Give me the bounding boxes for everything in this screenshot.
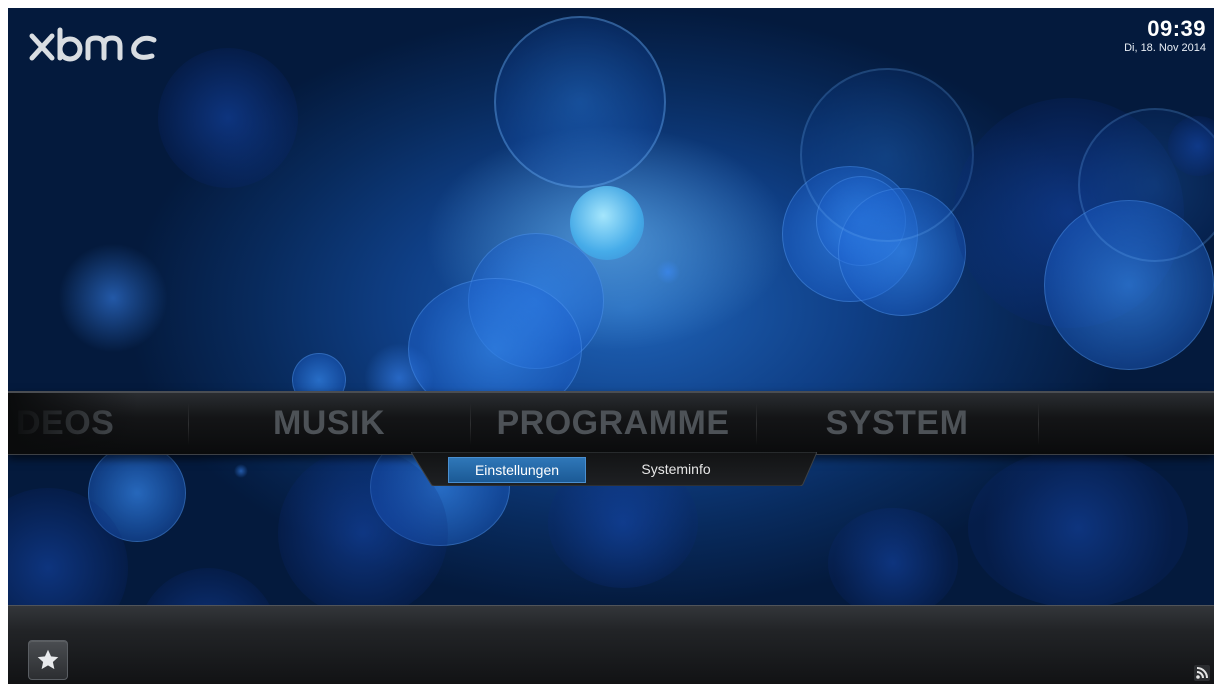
- menu-item-videos[interactable]: DEOS: [8, 393, 188, 454]
- clock-widget: 09:39 Di, 18. Nov 2014: [1124, 16, 1206, 55]
- clock-date: Di, 18. Nov 2014: [1124, 42, 1206, 54]
- menu-item-musik[interactable]: MUSIK: [188, 393, 470, 454]
- star-icon: [37, 649, 59, 670]
- submenu-item-label: Systeminfo: [641, 461, 711, 477]
- main-menu-bar: DEOS MUSIK PROGRAMME SYSTEM: [8, 391, 1214, 455]
- menu-item-label: MUSIK: [272, 404, 386, 442]
- submenu: Einstellungen Systeminfo: [411, 452, 817, 486]
- menu-separator: [1038, 403, 1039, 445]
- xbmc-logo: [29, 27, 157, 62]
- menu-item-label: SYSTEM: [825, 404, 969, 442]
- menu-item-programme[interactable]: PROGRAMME: [470, 393, 756, 454]
- rss-icon[interactable]: [1194, 665, 1210, 681]
- submenu-item-systeminfo[interactable]: Systeminfo: [601, 457, 751, 481]
- bottom-bar: [8, 605, 1214, 684]
- menu-item-label: PROGRAMME: [496, 404, 730, 442]
- menu-item-label: DEOS: [16, 404, 115, 442]
- submenu-item-einstellungen[interactable]: Einstellungen: [448, 457, 586, 483]
- home-screen: 09:39 Di, 18. Nov 2014 DEOS MUSIK PROGRA…: [8, 8, 1214, 684]
- clock-time: 09:39: [1147, 16, 1206, 41]
- submenu-item-label: Einstellungen: [474, 462, 560, 478]
- favourites-button[interactable]: [28, 640, 68, 680]
- menu-item-system[interactable]: SYSTEM: [756, 393, 1038, 454]
